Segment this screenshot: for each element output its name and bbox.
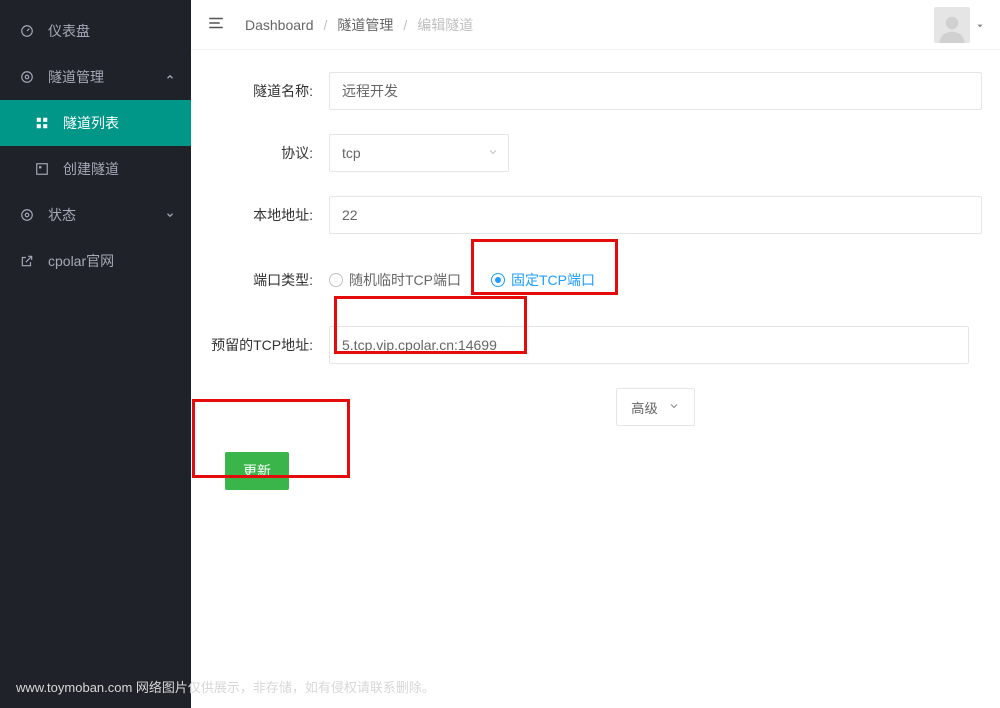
reserved-tcp-label: 预留的TCP地址: bbox=[209, 335, 329, 355]
row-submit: 更新 bbox=[209, 452, 982, 490]
sidebar-item-status[interactable]: 状态 bbox=[0, 192, 191, 238]
protocol-label: 协议: bbox=[209, 143, 329, 163]
sidebar-item-label: 隧道管理 bbox=[48, 67, 104, 87]
radio-icon bbox=[491, 273, 505, 287]
radio-random-port[interactable]: 随机临时TCP端口 bbox=[329, 270, 461, 290]
breadcrumb-current: 编辑隧道 bbox=[417, 15, 473, 35]
breadcrumb-root[interactable]: Dashboard bbox=[245, 17, 314, 33]
protocol-value[interactable] bbox=[329, 134, 509, 172]
row-local-addr: 本地地址: bbox=[209, 196, 982, 234]
sidebar-item-label: cpolar官网 bbox=[48, 251, 114, 271]
radio-label: 固定TCP端口 bbox=[511, 270, 595, 290]
list-icon bbox=[35, 116, 49, 130]
user-menu[interactable] bbox=[934, 7, 984, 43]
tunnel-name-input[interactable] bbox=[329, 72, 982, 110]
update-button[interactable]: 更新 bbox=[225, 452, 289, 490]
main: Dashboard / 隧道管理 / 编辑隧道 隧道名称: bbox=[191, 0, 1000, 708]
advanced-label: 高级 bbox=[631, 398, 658, 417]
tunnel-icon bbox=[20, 70, 34, 84]
create-icon bbox=[35, 162, 49, 176]
sidebar-item-label: 创建隧道 bbox=[63, 159, 119, 179]
breadcrumb-sep: / bbox=[403, 17, 407, 33]
sidebar-item-label: 仪表盘 bbox=[48, 21, 90, 41]
row-reserved-tcp: 预留的TCP地址: bbox=[209, 326, 982, 364]
dashboard-icon bbox=[20, 24, 34, 38]
local-addr-input[interactable] bbox=[329, 196, 982, 234]
advanced-button[interactable]: 高级 bbox=[616, 388, 695, 426]
form-content: 隧道名称: 协议: 本地地址: bbox=[191, 50, 1000, 512]
radio-label: 随机临时TCP端口 bbox=[349, 270, 461, 290]
sidebar-item-dashboard[interactable]: 仪表盘 bbox=[0, 8, 191, 54]
protocol-select[interactable] bbox=[329, 134, 509, 172]
reserved-tcp-input[interactable] bbox=[329, 326, 969, 364]
status-icon bbox=[20, 208, 34, 222]
external-icon bbox=[20, 254, 34, 268]
tunnel-name-label: 隧道名称: bbox=[209, 81, 329, 101]
row-port-type: 端口类型: 随机临时TCP端口 固定TCP端口 bbox=[209, 270, 982, 290]
footer-watermark: www.toymoban.com 网络图片仅供展示，非存储，如有侵权请联系删除。 bbox=[16, 677, 435, 696]
local-addr-label: 本地地址: bbox=[209, 205, 329, 225]
row-tunnel-name: 隧道名称: bbox=[209, 72, 982, 110]
sidebar-item-cpolar-site[interactable]: cpolar官网 bbox=[0, 238, 191, 284]
hamburger-icon[interactable] bbox=[207, 14, 225, 35]
chevron-up-icon bbox=[165, 69, 175, 85]
sidebar-item-label: 隧道列表 bbox=[63, 113, 119, 133]
sidebar-item-tunnel-list[interactable]: 隧道列表 bbox=[0, 100, 191, 146]
chevron-down-icon bbox=[668, 400, 680, 415]
radio-fixed-port[interactable]: 固定TCP端口 bbox=[491, 270, 595, 290]
topbar: Dashboard / 隧道管理 / 编辑隧道 bbox=[191, 0, 1000, 50]
chevron-down-icon bbox=[165, 207, 175, 223]
avatar bbox=[934, 7, 970, 43]
sidebar-item-label: 状态 bbox=[48, 205, 76, 225]
breadcrumb-level1[interactable]: 隧道管理 bbox=[337, 15, 393, 35]
breadcrumb-sep: / bbox=[324, 17, 328, 33]
caret-down-icon bbox=[976, 17, 984, 33]
radio-icon bbox=[329, 273, 343, 287]
sidebar: 仪表盘 隧道管理 隧道列表 创建隧道 状态 bbox=[0, 0, 191, 708]
sidebar-item-tunnel-mgmt[interactable]: 隧道管理 bbox=[0, 54, 191, 100]
row-protocol: 协议: bbox=[209, 134, 982, 172]
sidebar-item-tunnel-create[interactable]: 创建隧道 bbox=[0, 146, 191, 192]
port-type-group: 随机临时TCP端口 固定TCP端口 bbox=[329, 270, 595, 290]
port-type-label: 端口类型: bbox=[209, 270, 329, 290]
breadcrumb: Dashboard / 隧道管理 / 编辑隧道 bbox=[245, 15, 473, 35]
